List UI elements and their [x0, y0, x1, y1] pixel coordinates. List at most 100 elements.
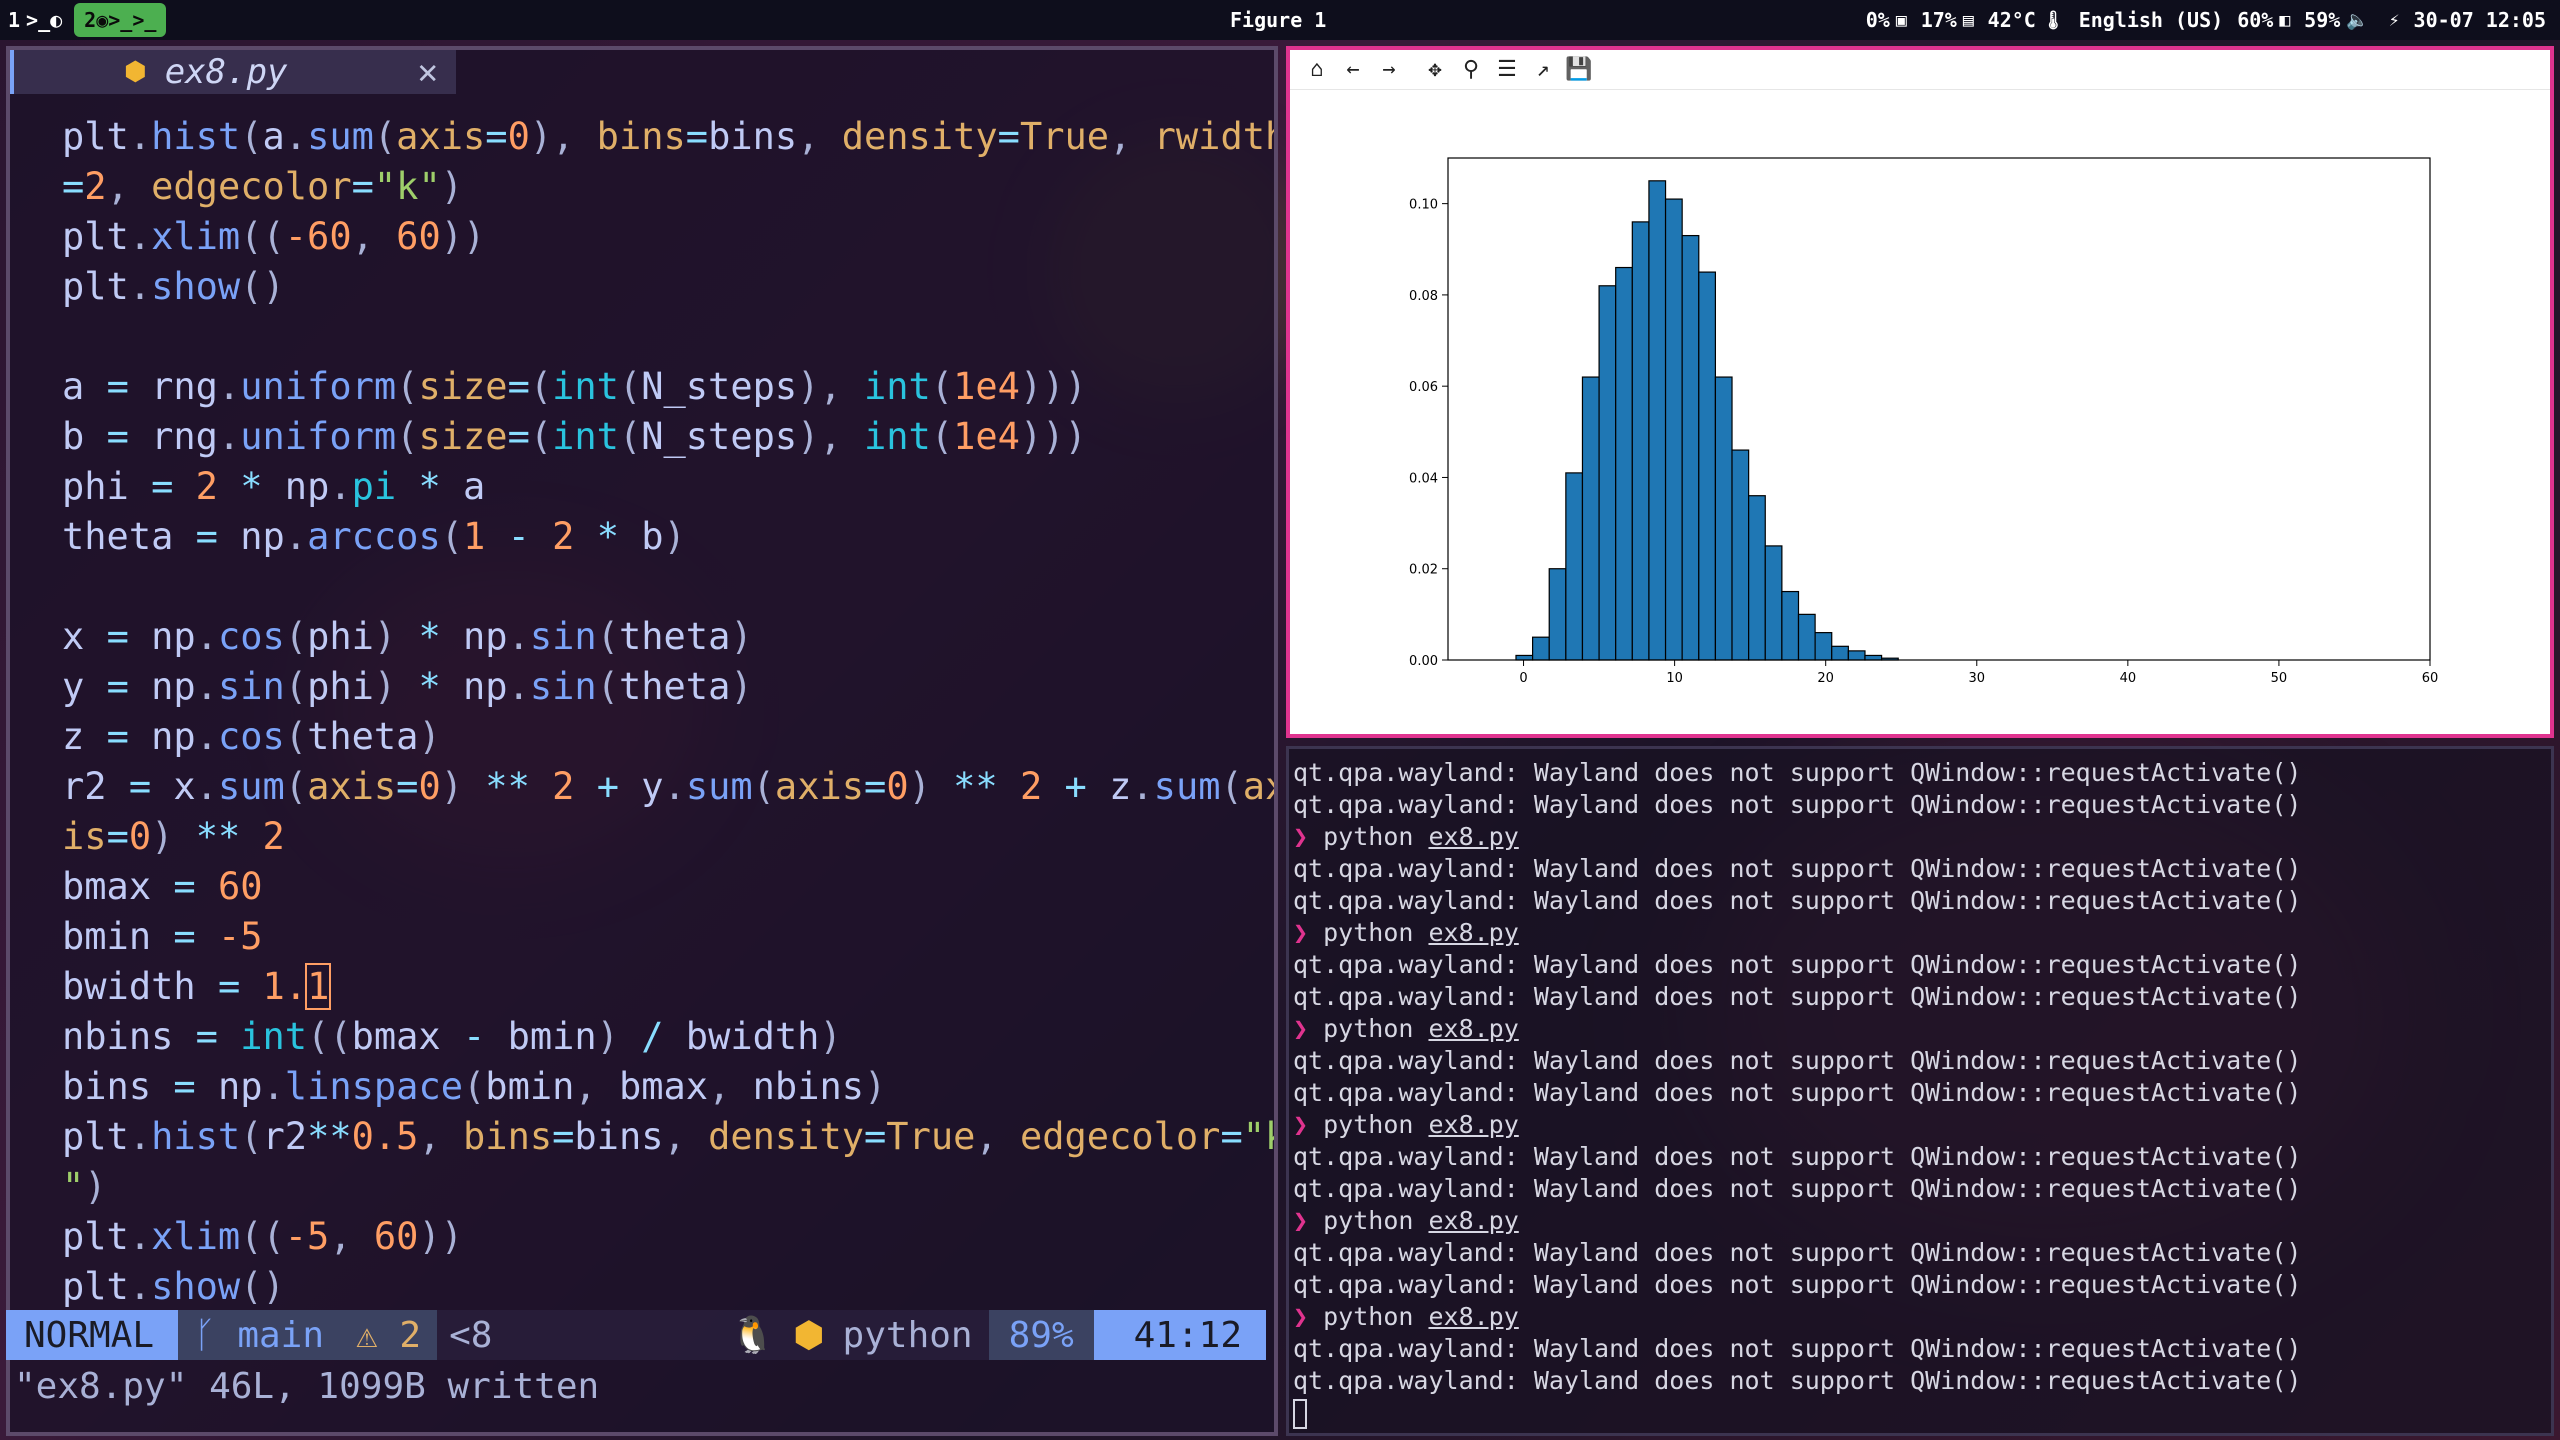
code-token: z [62, 715, 107, 758]
code-area[interactable]: plt.hist(a.sum(axis=0), bins=bins, densi… [62, 112, 1274, 1312]
terminal-command-line: ❯ python ex8.py [1293, 1013, 2551, 1045]
code-token: b [62, 415, 107, 458]
code-token: N_steps [641, 365, 798, 408]
code-token: ax [1242, 765, 1274, 808]
code-token: ( [284, 615, 308, 658]
code-token: ) [663, 515, 686, 558]
code-token: sum [685, 765, 753, 808]
command-argument-file[interactable]: ex8.py [1428, 822, 1518, 851]
code-token: bmax [62, 865, 174, 908]
command: python [1323, 1206, 1429, 1235]
code-token: = [173, 865, 218, 908]
code-token: b [641, 515, 664, 558]
histogram-bar [1664, 198, 1683, 661]
code-token: . [128, 215, 152, 258]
code-line: bwidth = 1.1 [62, 962, 1274, 1012]
code-token: ** [953, 765, 1020, 808]
code-token: . [217, 365, 241, 408]
code-line: x = np.cos(phi) * np.sin(theta) [62, 612, 1274, 662]
code-token: np [284, 465, 330, 508]
code-line: plt.show() [62, 262, 1274, 312]
code-token: ), [529, 115, 597, 158]
command-argument-file[interactable]: ex8.py [1428, 918, 1518, 947]
code-token: + [1064, 765, 1110, 808]
status-value: English (US) [2078, 8, 2224, 32]
edit-axis-icon[interactable]: ↗ [1530, 55, 1556, 85]
configure-subplots-icon[interactable]: ☰ [1494, 55, 1520, 85]
code-token: ( [240, 1115, 263, 1158]
code-line: a = rng.uniform(size=(int(N_steps), int(… [62, 362, 1274, 412]
code-token: bins [463, 1115, 553, 1158]
terminal-output-line: qt.qpa.wayland: Wayland does not support… [1293, 758, 2302, 787]
histogram-bar [1515, 654, 1534, 661]
command-argument-file[interactable]: ex8.py [1428, 1302, 1518, 1331]
tab-label: ex8.py [164, 52, 288, 92]
code-token: y [641, 765, 664, 808]
code-token: theta [307, 715, 419, 758]
x-tick-label: 10 [1666, 671, 1683, 686]
y-tick-label: 0.02 [1409, 563, 1438, 578]
code-token: int [864, 365, 931, 408]
terminal-command-line: ❯ python ex8.py [1293, 1205, 2551, 1237]
zoom-icon[interactable]: ⚲ [1458, 55, 1484, 85]
code-token: * [418, 615, 464, 658]
code-token: 0 [507, 115, 530, 158]
code-token: = [507, 365, 530, 408]
code-token: = [864, 765, 887, 808]
code-token: * [596, 515, 642, 558]
terminal-output-line: qt.qpa.wayland: Wayland does not support… [1293, 1174, 2302, 1203]
code-token: . [128, 265, 152, 308]
code-token: 1. [262, 965, 308, 1008]
code-token: plt [62, 1115, 129, 1158]
terminal-window[interactable]: qt.qpa.wayland: Wayland does not support… [1286, 746, 2554, 1436]
terminal-input-line[interactable] [1293, 1397, 2551, 1429]
code-token: hist [151, 1115, 241, 1158]
command: python [1323, 918, 1429, 947]
workspace-2[interactable]: 2 ◉>_>_ [74, 3, 167, 37]
code-token: , [797, 115, 842, 158]
code-token: - [507, 515, 553, 558]
code-token: = [151, 465, 196, 508]
code-token: phi [62, 465, 152, 508]
code-token: ( [396, 415, 419, 458]
workspace-icons: >_◐ [26, 8, 63, 32]
code-token: ( [284, 665, 308, 708]
tab-ex8-py[interactable]: ⬢ ex8.py ✕ [10, 50, 456, 94]
code-token: . [128, 1115, 152, 1158]
close-icon[interactable]: ✕ [418, 52, 438, 92]
command-line[interactable]: "ex8.py" 46L, 1099B written [14, 1366, 599, 1407]
editor-window[interactable]: ⬢ ex8.py ✕ plt.hist(a.sum(axis=0), bins=… [6, 46, 1278, 1436]
figure-window[interactable]: ⌂ ← → ✥ ⚲ ☰ ↗ 💾 0 10 20 30 40 50 60 0.00 0.02 0.04 0.06 0.… [1286, 46, 2554, 738]
code-token: np [151, 715, 196, 758]
code-token: = [106, 615, 152, 658]
forward-icon[interactable]: → [1376, 55, 1402, 85]
code-token: -60 [284, 215, 352, 258]
code-token: bmin [62, 915, 174, 958]
code-line: z = np.cos(theta) [62, 712, 1274, 762]
histogram-chart: 0 10 20 30 40 50 60 0.00 0.02 0.04 0.06 0.08 0.10 [1409, 157, 2438, 686]
code-token: ) [730, 615, 753, 658]
workspace-1[interactable]: 1 >_◐ [0, 0, 70, 40]
save-icon[interactable]: 💾 [1565, 55, 1592, 85]
histogram-bar [1681, 234, 1700, 661]
code-token: = [106, 365, 152, 408]
code-token: size [418, 415, 508, 458]
code-token: 60 [373, 1215, 419, 1258]
text-cursor: 1 [305, 963, 332, 1010]
command-argument-file[interactable]: ex8.py [1428, 1014, 1518, 1043]
code-token: nbins [62, 1015, 196, 1058]
command-argument-file[interactable]: ex8.py [1428, 1110, 1518, 1139]
back-icon[interactable]: ← [1340, 55, 1366, 85]
terminal-command-line: ❯ python ex8.py [1293, 1109, 2551, 1141]
pan-icon[interactable]: ✥ [1422, 55, 1448, 85]
code-token: hist [151, 115, 241, 158]
battery-plug-icon: ⚡ [2388, 9, 2400, 31]
code-line: =2, edgecolor="k") [62, 162, 1274, 212]
status-value: 60% [2237, 8, 2274, 32]
command: python [1323, 822, 1429, 851]
code-line: is=0) ** 2 [62, 812, 1274, 862]
code-token: sum [1153, 765, 1221, 808]
command-argument-file[interactable]: ex8.py [1428, 1206, 1518, 1235]
code-token: pi [351, 465, 419, 508]
home-icon[interactable]: ⌂ [1304, 55, 1330, 85]
